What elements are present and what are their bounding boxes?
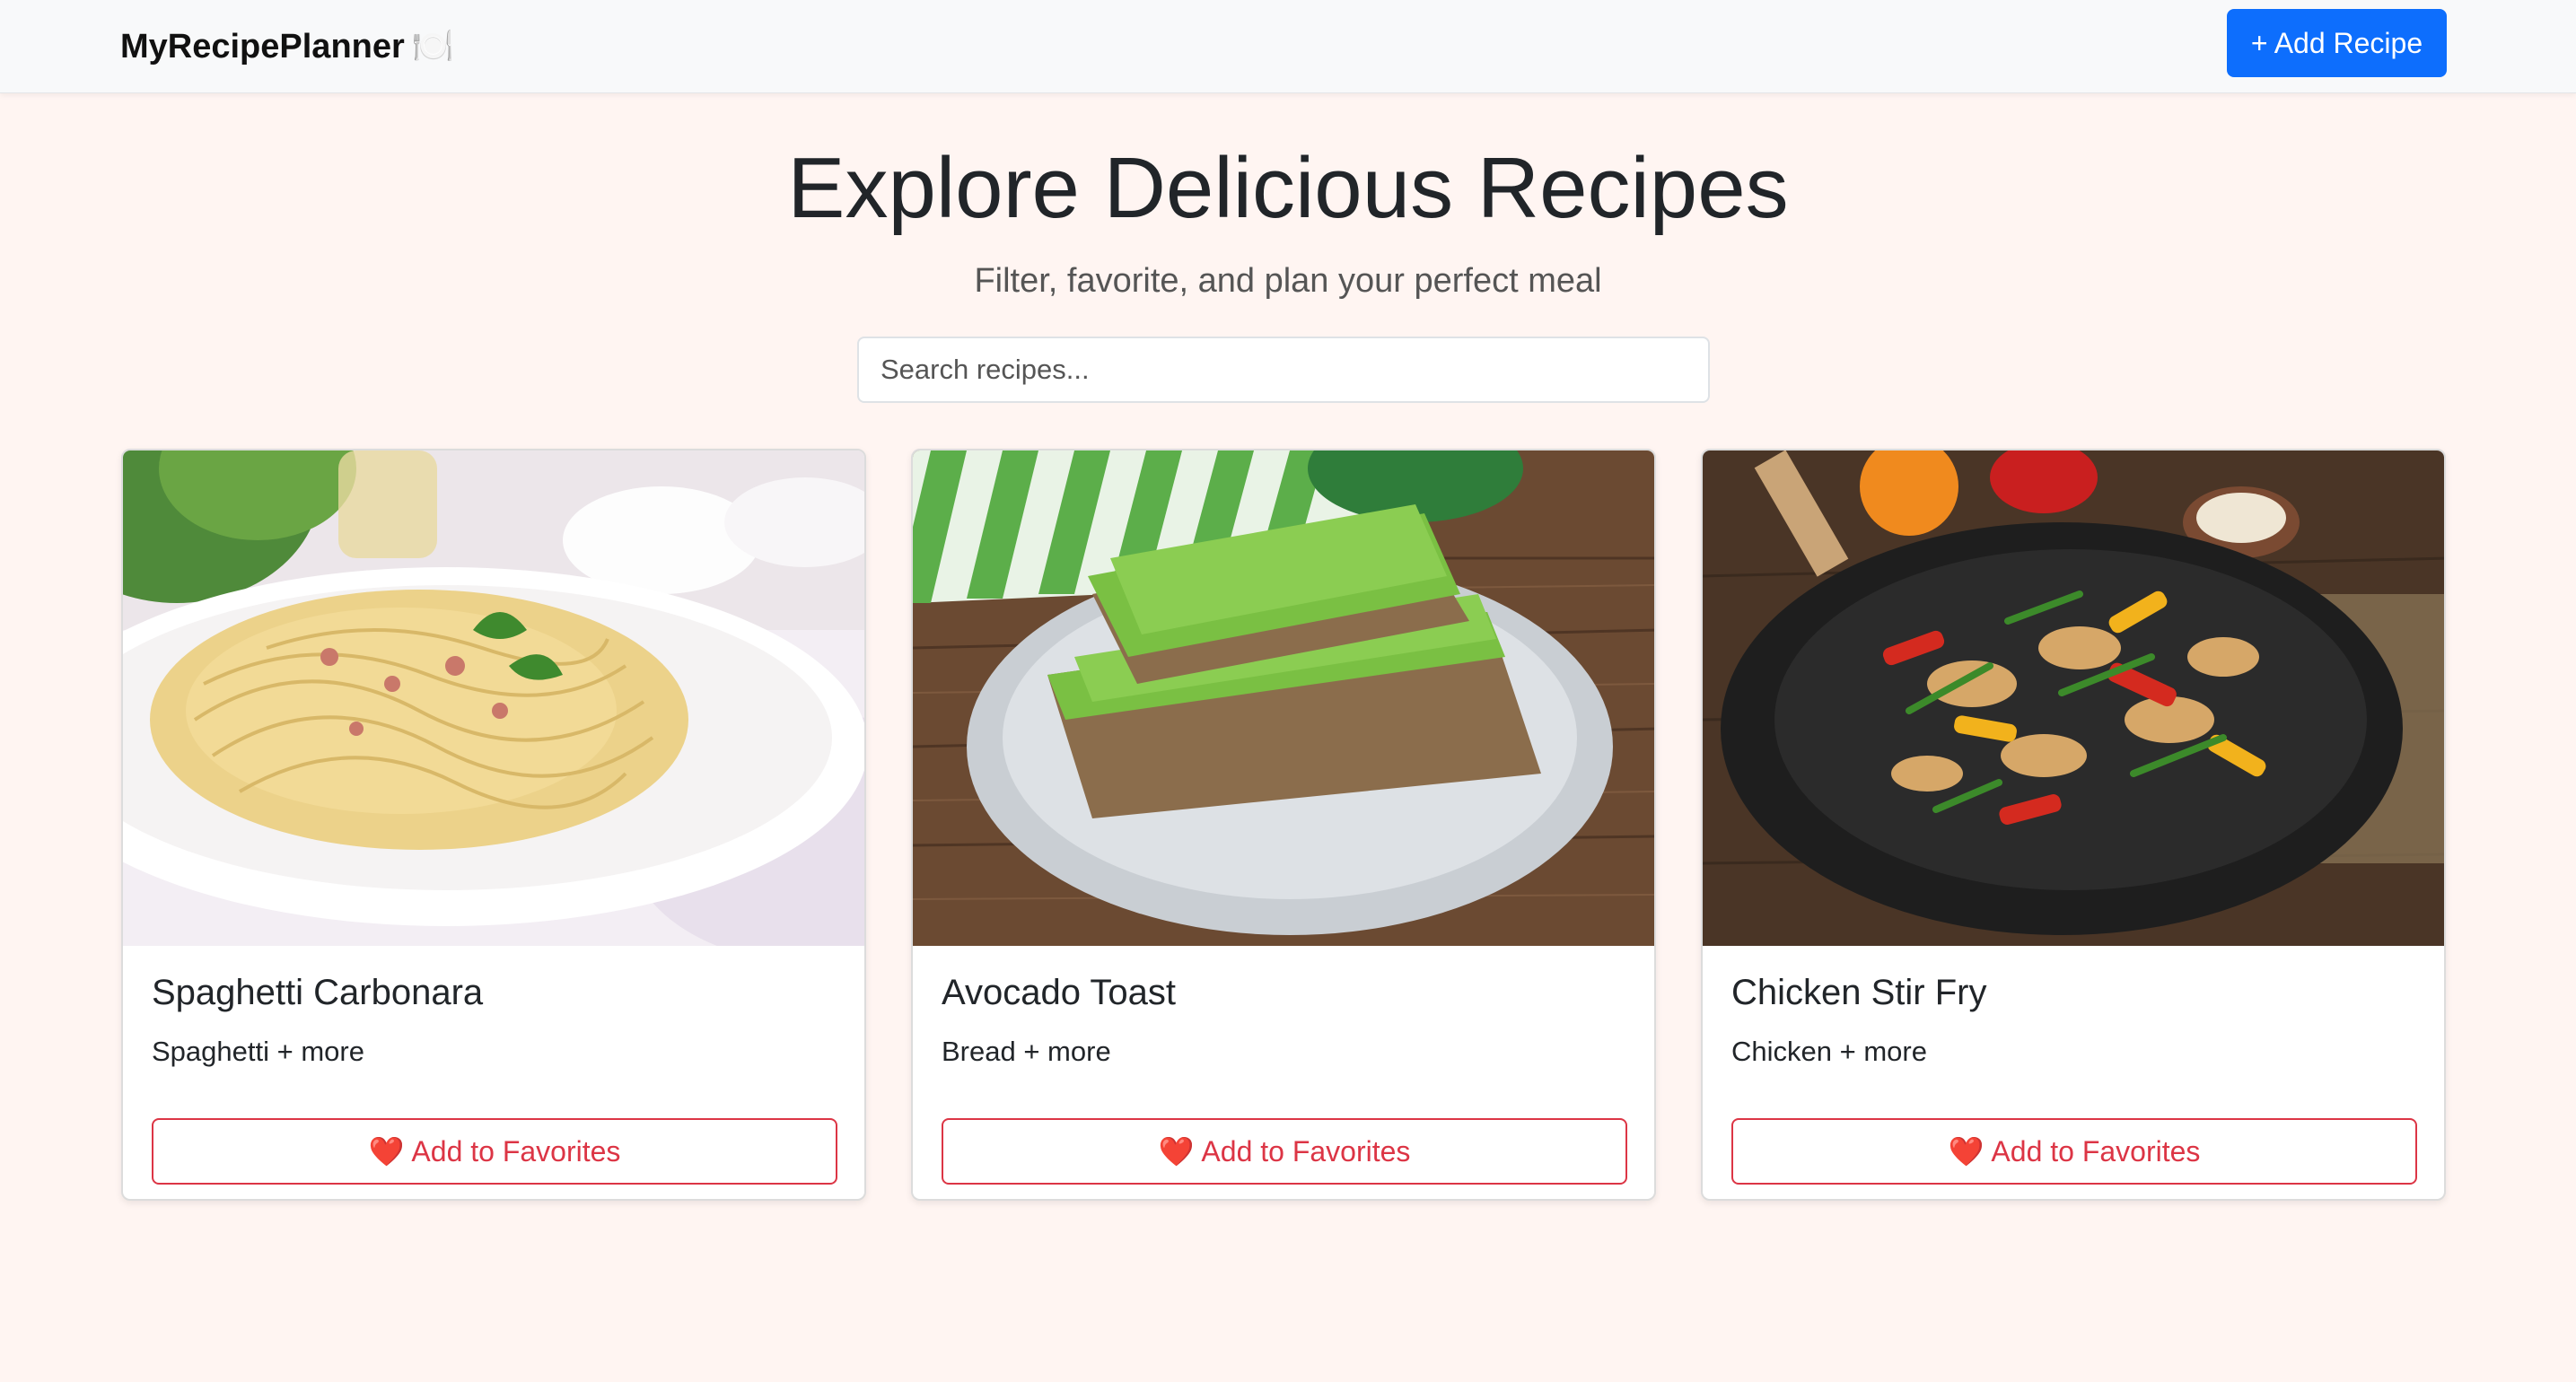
brand[interactable]: MyRecipePlanner 🍽️ (120, 20, 454, 74)
page-title: Explore Delicious Recipes (787, 140, 1789, 236)
favorite-label: Add to Favorites (1201, 1134, 1411, 1168)
add-to-favorites-button[interactable]: ❤️ Add to Favorites (1731, 1118, 2417, 1185)
page-subtitle: Filter, favorite, and plan your perfect … (974, 262, 1602, 300)
recipe-title: Avocado Toast (942, 973, 1176, 1012)
recipe-title: Spaghetti Carbonara (152, 973, 484, 1012)
recipe-image (123, 450, 864, 946)
recipe-card: Spaghetti Carbonara Spaghetti + more ❤️ … (121, 449, 866, 1201)
add-recipe-button[interactable]: + Add Recipe (2227, 9, 2447, 77)
recipe-ingredients: Spaghetti + more (152, 1036, 364, 1067)
brand-name[interactable]: MyRecipePlanner (120, 28, 405, 66)
plate-icon: 🍽️ (411, 28, 455, 66)
recipe-card: Avocado Toast Bread + more ❤️ Add to Fav… (911, 449, 1656, 1201)
navbar: MyRecipePlanner 🍽️ + Add Recipe (0, 0, 2576, 93)
recipe-card: Chicken Stir Fry Chicken + more ❤️ Add t… (1701, 449, 2446, 1201)
add-to-favorites-button[interactable]: ❤️ Add to Favorites (942, 1118, 1627, 1185)
recipe-ingredients: Chicken + more (1731, 1036, 1927, 1067)
recipe-title: Chicken Stir Fry (1731, 973, 1987, 1012)
add-to-favorites-button[interactable]: ❤️ Add to Favorites (152, 1118, 837, 1185)
favorite-label: Add to Favorites (1991, 1134, 2201, 1168)
recipe-ingredients: Bread + more (942, 1036, 1111, 1067)
heart-icon: ❤️ (1158, 1135, 1195, 1168)
recipe-image (913, 450, 1654, 946)
search-input[interactable] (857, 337, 1710, 403)
favorite-label: Add to Favorites (411, 1134, 621, 1168)
heart-icon: ❤️ (1948, 1135, 1985, 1168)
heart-icon: ❤️ (368, 1135, 405, 1168)
recipe-image (1703, 450, 2444, 946)
